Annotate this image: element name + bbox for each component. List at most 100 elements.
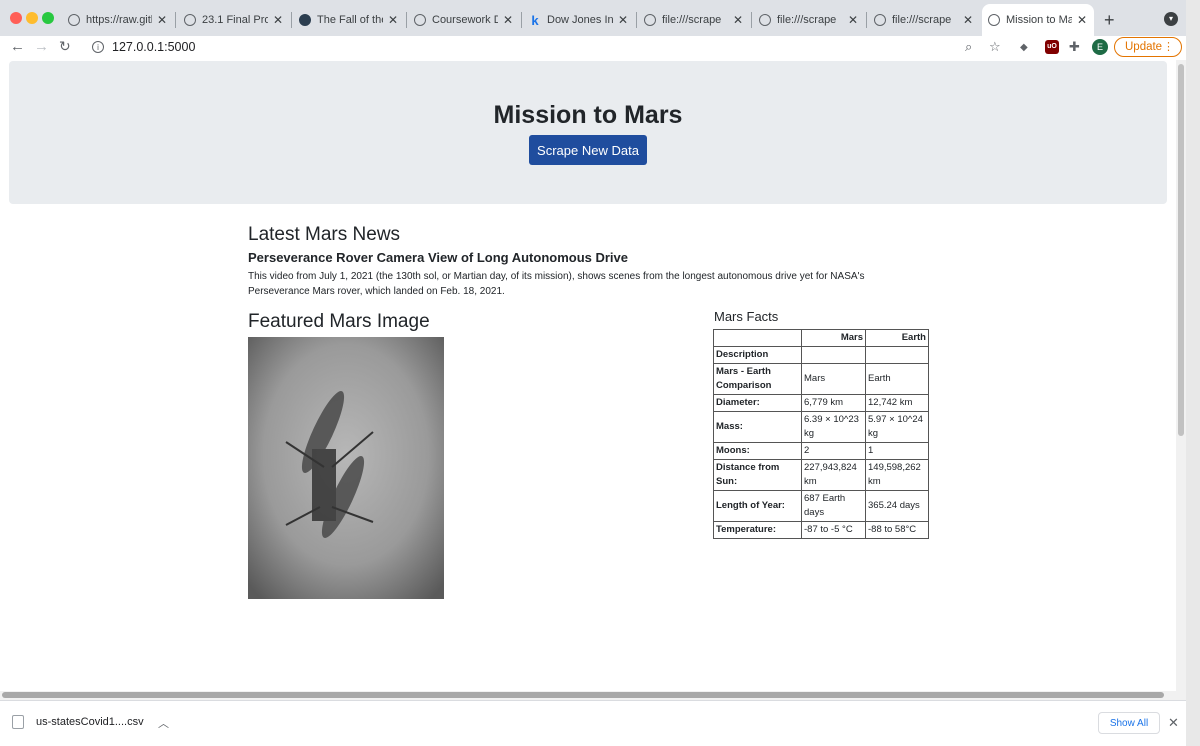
scrape-new-data-button[interactable]: Scrape New Data <box>529 135 647 165</box>
tab-title: Mission to Mar <box>1006 14 1072 26</box>
tab-title: https://raw.gith <box>86 14 152 26</box>
page-title: Mission to Mars <box>493 101 683 129</box>
update-button[interactable]: Update ⋮ <box>1114 37 1182 57</box>
tab-2[interactable]: 23.1 Final Proje ✕ <box>178 6 290 34</box>
downloads-shelf: us-statesCovid1....csv ︿ Show All ✕ <box>0 700 1186 746</box>
show-all-button[interactable]: Show All <box>1098 712 1160 734</box>
forward-arrow-icon[interactable]: → <box>34 38 49 55</box>
tab-6[interactable]: file:///scrape ✕ <box>638 6 750 34</box>
row-label: Mass: <box>713 411 802 443</box>
globe-icon <box>184 14 196 26</box>
mars-facts-table: Mars Earth Description Mars - Earth Comp… <box>713 329 929 539</box>
table-row: Mass: 6.39 × 10^23 kg 5.97 × 10^24 kg <box>713 411 929 443</box>
close-icon[interactable]: ✕ <box>1168 715 1179 731</box>
vertical-scrollbar[interactable] <box>1176 60 1186 691</box>
globe-icon <box>644 14 656 26</box>
window-zoom-button[interactable] <box>42 12 54 24</box>
earth-value: 365.24 days <box>865 490 929 522</box>
scrollbar-thumb[interactable] <box>2 692 1164 698</box>
dropbox-icon[interactable]: ◆ <box>1020 42 1028 53</box>
earth-value: 1 <box>865 442 929 460</box>
window-minimize-button[interactable] <box>26 12 38 24</box>
close-icon[interactable]: ✕ <box>732 13 744 27</box>
globe-icon <box>874 14 886 26</box>
scrollbar-thumb[interactable] <box>1178 64 1184 436</box>
earth-value: 5.97 × 10^24 kg <box>865 411 929 443</box>
page-viewport: Mission to Mars Scrape New Data Latest M… <box>0 60 1186 700</box>
tab-title: Coursework De <box>432 14 498 26</box>
profile-avatar[interactable]: E <box>1092 39 1108 55</box>
row-label: Diameter: <box>713 394 802 412</box>
tab-separator <box>175 12 176 28</box>
tab-search-chevron-icon[interactable]: ▾ <box>1164 12 1178 26</box>
close-icon[interactable]: ✕ <box>847 13 859 27</box>
tab-separator <box>866 12 867 28</box>
browser-toolbar: ← → ↻ i 127.0.0.1:5000 ⌕ ☆ ◆ ✚ <box>0 36 1200 60</box>
tab-strip: https://raw.gith ✕ 23.1 Final Proje ✕ Th… <box>0 0 1200 36</box>
earth-value: 12,742 km <box>865 394 929 412</box>
download-file-name: us-statesCovid1....csv <box>36 716 144 728</box>
tab-8[interactable]: file:///scrape ✕ <box>868 6 980 34</box>
table-header-row: Mars Earth <box>713 329 929 347</box>
table-cell <box>865 346 929 364</box>
horizontal-scrollbar[interactable] <box>0 691 1186 700</box>
mars-value: -87 to -5 °C <box>801 521 866 539</box>
new-tab-plus-icon[interactable]: + <box>1104 10 1115 31</box>
chevron-up-icon[interactable]: ︿ <box>158 715 169 731</box>
row-label: Distance from Sun: <box>713 459 802 491</box>
tab-separator <box>636 12 637 28</box>
tab-7[interactable]: file:///scrape ✕ <box>753 6 865 34</box>
globe-icon <box>414 14 426 26</box>
tab-title: The Fall of the <box>317 14 383 26</box>
tab-active-mission-to-mars[interactable]: Mission to Mar ✕ <box>982 4 1094 36</box>
tab-separator <box>406 12 407 28</box>
close-icon[interactable]: ✕ <box>387 13 399 27</box>
kebab-menu-icon: ⋮ <box>1163 41 1174 53</box>
tab-3[interactable]: The Fall of the ✕ <box>293 6 405 34</box>
ublock-extension-icon[interactable]: uO <box>1045 40 1059 54</box>
address-bar[interactable]: i 127.0.0.1:5000 <box>84 36 964 58</box>
globe-icon <box>988 14 1000 26</box>
close-icon[interactable]: ✕ <box>962 13 974 27</box>
row-label: Mars - Earth Comparison <box>713 363 802 395</box>
back-arrow-icon[interactable]: ← <box>10 38 25 55</box>
table-row: Temperature: -87 to -5 °C -88 to 58°C <box>713 521 929 539</box>
tab-title: 23.1 Final Proje <box>202 14 268 26</box>
mars-value: Mars <box>801 363 866 395</box>
table-header-cell: Earth <box>865 329 929 347</box>
globe-icon <box>68 14 80 26</box>
tab-title: file:///scrape <box>777 14 837 26</box>
site-info-icon[interactable]: i <box>92 41 104 53</box>
table-index-label: Description <box>713 346 802 364</box>
kaggle-k-icon: k <box>531 12 539 28</box>
bookmark-star-icon[interactable]: ☆ <box>989 39 1001 55</box>
extensions-puzzle-icon[interactable]: ✚ <box>1069 39 1080 55</box>
table-row: Length of Year: 687 Earth days 365.24 da… <box>713 490 929 522</box>
table-header-cell <box>713 329 802 347</box>
tab-separator <box>291 12 292 28</box>
tab-5[interactable]: k Dow Jones Ind ✕ <box>523 6 635 34</box>
download-item[interactable]: us-statesCovid1....csv <box>12 715 144 729</box>
mars-value: 227,943,824 km <box>801 459 866 491</box>
mars-value: 2 <box>801 442 866 460</box>
reload-icon[interactable]: ↻ <box>59 38 71 55</box>
table-row: Moons: 2 1 <box>713 442 929 460</box>
earth-value: 149,598,262 km <box>865 459 929 491</box>
window-close-button[interactable] <box>10 12 22 24</box>
featured-image-heading: Featured Mars Image <box>248 311 430 332</box>
tab-1[interactable]: https://raw.gith ✕ <box>62 6 174 34</box>
close-icon[interactable]: ✕ <box>272 13 284 27</box>
close-icon[interactable]: ✕ <box>156 13 168 27</box>
row-label: Length of Year: <box>713 490 802 522</box>
file-icon <box>12 715 24 729</box>
close-icon[interactable]: ✕ <box>617 13 629 27</box>
table-header-cell: Mars <box>801 329 866 347</box>
mars-facts-heading: Mars Facts <box>714 309 779 324</box>
tab-4[interactable]: Coursework De ✕ <box>408 6 520 34</box>
tab-title: file:///scrape <box>662 14 722 26</box>
earth-value: -88 to 58°C <box>865 521 929 539</box>
news-title: Perseverance Rover Camera View of Long A… <box>248 250 629 265</box>
zoom-search-icon[interactable]: ⌕ <box>965 39 972 55</box>
close-icon[interactable]: ✕ <box>1076 13 1088 27</box>
close-icon[interactable]: ✕ <box>502 13 514 27</box>
